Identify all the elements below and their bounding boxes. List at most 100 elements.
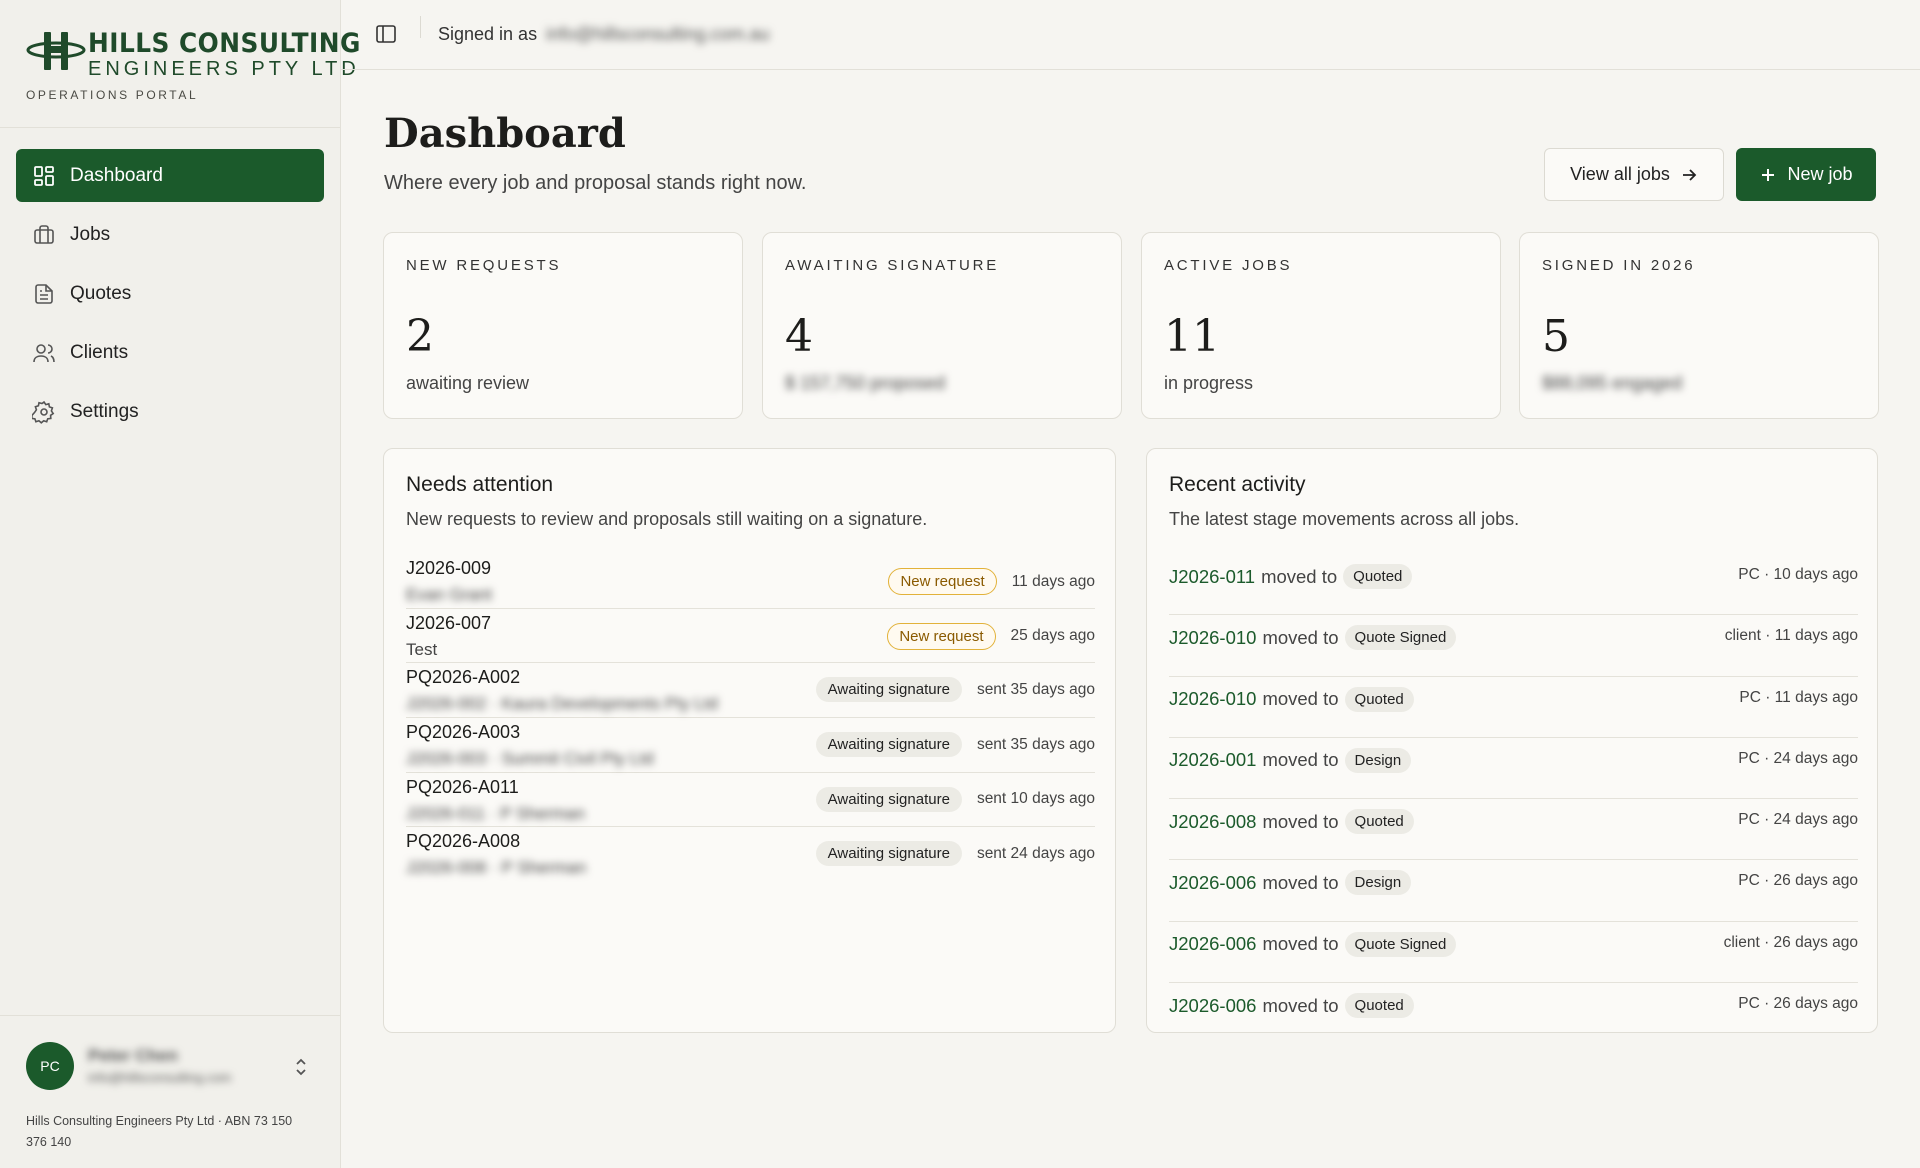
stat-card-new-requests[interactable]: NEW REQUESTS 2 awaiting review [383,232,743,419]
item-time: sent 10 days ago [976,790,1095,808]
status-badge: New request [888,568,997,595]
job-link[interactable]: J2026-006 [1169,872,1256,894]
stat-card-signed-2026[interactable]: SIGNED IN 2026 5 $88,095 engaged [1519,232,1879,419]
stat-value: 2 [406,311,434,362]
activity-meta: PC · 26 days ago [1738,872,1858,890]
sidebar-item-label: Jobs [70,223,111,245]
job-link[interactable]: J2026-006 [1169,995,1256,1017]
item-time: sent 24 days ago [976,844,1095,862]
stat-card-awaiting-signature[interactable]: AWAITING SIGNATURE 4 $ 157,750 proposed [762,232,1122,419]
job-link[interactable]: J2026-010 [1169,688,1256,710]
list-item: J2026-006 moved to Design PC · 26 days ago [1169,860,1858,922]
sidebar-item-quotes[interactable]: Quotes [16,267,324,320]
divider [420,16,421,38]
new-job-button[interactable]: New job [1736,148,1876,201]
moved-to-label: moved to [1262,871,1339,893]
stat-label: AWAITING SIGNATURE [785,257,1000,274]
stat-value: 11 [1164,311,1220,362]
sidebar-toggle-icon[interactable] [375,23,397,45]
list-item[interactable]: J2026-007 Test New request 25 days ago [406,609,1095,664]
stat-value: 4 [785,311,813,362]
page-title: Dashboard [384,110,626,157]
item-description: J2026-003 · Summit Civil Pty Ltd [406,749,654,769]
attention-list: J2026-009 Evan Grant New request 11 days … [406,554,1095,882]
sidebar-item-dashboard[interactable]: Dashboard [16,149,324,202]
stage-badge: Design [1344,870,1412,896]
stat-sub: $ 157,750 proposed [785,373,946,393]
moved-to-label: moved to [1262,810,1339,832]
item-time: sent 35 days ago [976,735,1095,753]
sidebar-item-jobs[interactable]: Jobs [16,208,324,261]
item-description: J2026-008 · P Sherman [406,858,587,878]
stage-badge: Quoted [1343,564,1413,589]
item-description: Test [406,639,438,659]
gear-icon [32,400,56,424]
moved-to-label: moved to [1262,749,1339,771]
list-item: J2026-010 moved to Quoted PC · 11 days ago [1169,677,1858,738]
list-item: J2026-008 moved to Quoted PC · 24 days ago [1169,799,1858,861]
sidebar-item-label: Quotes [70,282,132,304]
item-code: J2026-007 [406,612,492,633]
status-badge: Awaiting signature [815,677,962,703]
item-code: PQ2026-A003 [406,722,521,743]
item-code: PQ2026-A011 [406,776,519,797]
job-link[interactable]: J2026-010 [1169,627,1256,649]
signed-in-email: info@hillsconsulting.com.au [546,24,770,44]
signed-in-status: Signed in as info@hillsconsulting.com.au [438,24,769,45]
plus-icon [1762,168,1775,181]
stage-badge: Design [1344,747,1412,773]
moved-to-label: moved to [1262,994,1339,1016]
item-description: J2026-002 · Kaura Developments Pty Ltd [406,694,718,714]
stat-label: SIGNED IN 2026 [1542,257,1696,274]
view-all-jobs-label: View all jobs [1570,164,1670,184]
divider [0,1015,341,1016]
activity-list: J2026-011 moved to Quoted PC · 10 days ago… [1169,554,1858,1044]
panel-subtitle: The latest stage movements across all jo… [1169,509,1520,529]
list-item[interactable]: PQ2026-A008 J2026-008 · P Sherman Awaiti… [406,827,1095,882]
signed-in-label: Signed in as [438,24,538,44]
item-description: Evan Grant [406,585,492,604]
stat-sub: awaiting review [406,373,530,393]
moved-to-label: moved to [1262,933,1339,955]
sidebar-item-clients[interactable]: Clients [16,326,324,379]
job-link[interactable]: J2026-008 [1169,811,1256,833]
chevron-up-down-icon[interactable] [292,1056,310,1078]
panel-title: Recent activity [1169,473,1306,496]
brand-name: HILLS CONSULTING [88,28,361,59]
user-name: Peter Chen [88,1046,178,1065]
sidebar-item-settings[interactable]: Settings [16,385,324,438]
list-item[interactable]: PQ2026-A011 J2026-011 · P Sherman Awaiti… [406,773,1095,828]
users-icon [32,341,56,365]
job-link[interactable]: J2026-006 [1169,933,1256,955]
activity-meta: PC · 26 days ago [1738,995,1858,1013]
item-code: PQ2026-A002 [406,667,521,688]
stat-label: ACTIVE JOBS [1164,257,1293,274]
list-item: J2026-001 moved to Design PC · 24 days ago [1169,738,1858,800]
list-item: J2026-006 moved to Quoted PC · 26 days ago [1169,983,1858,1044]
company-info: Hills Consulting Engineers Pty Ltd · ABN… [26,1114,293,1149]
sidebar-item-label: Settings [70,400,139,422]
item-time: 11 days ago [1011,572,1095,590]
stat-card-active-jobs[interactable]: ACTIVE JOBS 11 in progress [1141,232,1501,419]
briefcase-icon [32,223,56,247]
panel-subtitle: New requests to review and proposals sti… [406,509,928,529]
user-menu[interactable]: PC Peter Chen info@hillsconsulting.com [26,1042,316,1094]
list-item[interactable]: J2026-009 Evan Grant New request 11 days … [406,554,1095,609]
stage-badge: Quoted [1344,809,1414,835]
moved-to-label: moved to [1262,626,1339,648]
stage-badge: Quote Signed [1344,625,1457,651]
list-item: J2026-010 moved to Quote Signed client · 1… [1169,615,1858,677]
item-description: J2026-011 · P Sherman [406,803,585,823]
list-item: J2026-006 moved to Quote Signed client · 2… [1169,922,1858,984]
job-link[interactable]: J2026-011 [1169,566,1255,588]
list-item[interactable]: PQ2026-A002 J2026-002 · Kaura Developmen… [406,663,1095,719]
activity-meta: PC · 24 days ago [1738,749,1858,767]
job-link[interactable]: J2026-001 [1169,749,1256,771]
item-code: J2026-009 [406,558,492,578]
brand-logo[interactable]: HILLS CONSULTING ENGINEERS PTY LTD OPERA… [26,28,360,108]
list-item[interactable]: PQ2026-A003 J2026-003 · Summit Civil Pty… [406,718,1095,773]
portal-label: OPERATIONS PORTAL [26,88,199,102]
view-all-jobs-button[interactable]: View all jobs [1544,148,1724,201]
activity-meta: client · 26 days ago [1723,933,1858,951]
panel-title: Needs attention [406,473,554,496]
